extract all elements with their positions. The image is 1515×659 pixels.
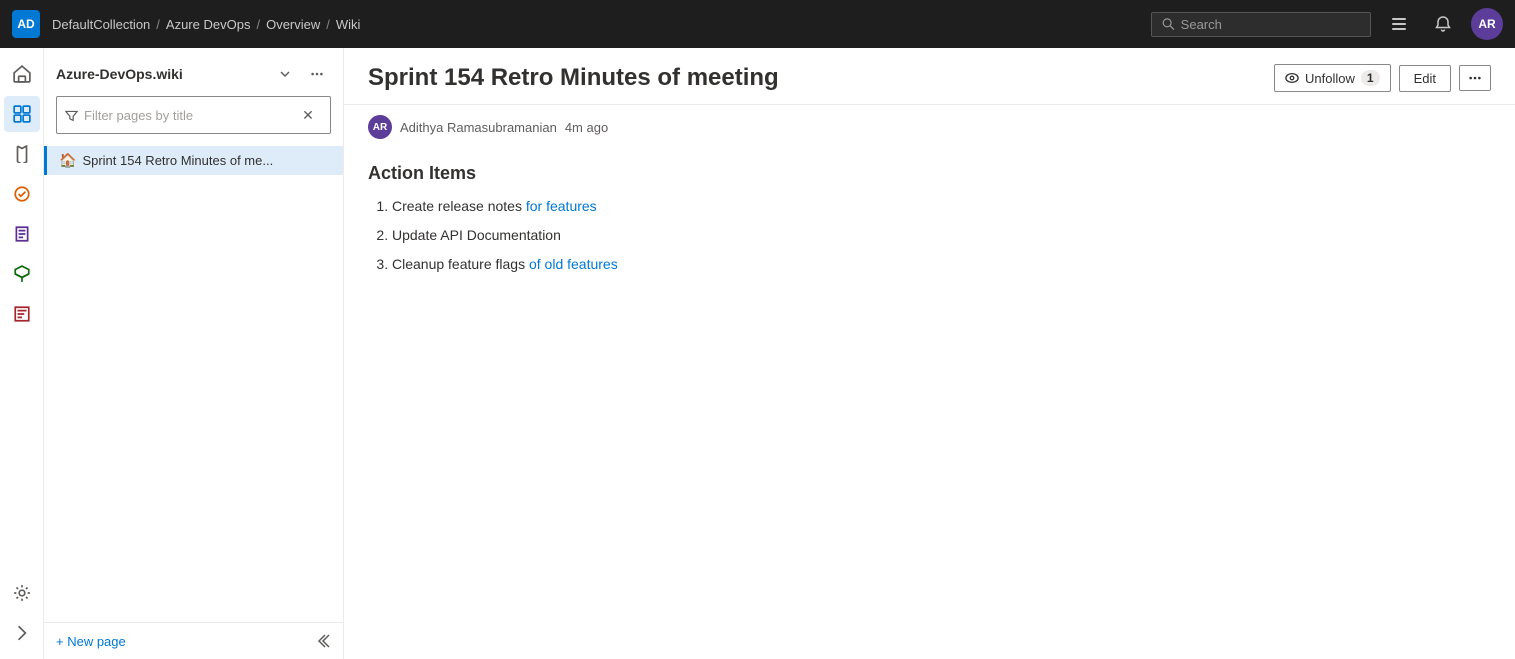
sidebar-tree: 🏠 Sprint 154 Retro Minutes of me... [44, 142, 343, 622]
wiki-icon [13, 305, 31, 323]
author-avatar: AR [368, 115, 392, 139]
rail-pipelines-btn[interactable] [4, 176, 40, 212]
collapse-sidebar-btn[interactable] [315, 633, 331, 649]
expand-icon [13, 624, 31, 642]
bell-icon [1435, 16, 1451, 32]
left-rail [0, 48, 44, 659]
rail-expand-btn[interactable] [4, 615, 40, 651]
rail-bottom [4, 575, 40, 651]
main-content: Sprint 154 Retro Minutes of meeting Unfo… [344, 48, 1515, 659]
action-item-2-text: Update API Documentation [392, 227, 561, 243]
breadcrumb: DefaultCollection / Azure DevOps / Overv… [52, 17, 360, 32]
sidebar-footer: + New page [44, 622, 343, 659]
wiki-more-btn[interactable] [303, 60, 331, 88]
wiki-dropdown-btn[interactable] [271, 60, 299, 88]
time-ago: 4m ago [565, 120, 608, 135]
author-line: AR Adithya Ramasubramanian 4m ago [344, 105, 1515, 155]
notification-btn[interactable] [1427, 8, 1459, 40]
search-icon [1162, 17, 1175, 31]
author-name: Adithya Ramasubramanian [400, 120, 557, 135]
artifact-icon [13, 265, 31, 283]
rail-wiki-btn[interactable] [4, 296, 40, 332]
rail-artifacts-btn[interactable] [4, 256, 40, 292]
action-item-3-text: Cleanup feature flags [392, 256, 529, 272]
breadcrumb-defaultcollection[interactable]: DefaultCollection [52, 17, 150, 32]
breadcrumb-wiki[interactable]: Wiki [336, 17, 361, 32]
avatar[interactable]: AR [1471, 8, 1503, 40]
rail-boards-btn[interactable] [4, 96, 40, 132]
content-body: Action Items Create release notes for fe… [344, 155, 1515, 299]
more-options-btn[interactable] [1459, 65, 1491, 91]
top-nav-right: AR [1151, 8, 1503, 40]
eye-icon [1285, 71, 1299, 85]
action-item-3: Cleanup feature flags of old features [392, 254, 1491, 275]
action-item-1: Create release notes for features [392, 196, 1491, 217]
collapse-icon [315, 633, 331, 649]
pipeline-icon [13, 185, 31, 203]
unfollow-btn[interactable]: Unfollow 1 [1274, 64, 1391, 92]
list-view-btn[interactable] [1383, 8, 1415, 40]
action-item-2: Update API Documentation [392, 225, 1491, 246]
action-items-list: Create release notes for features Update… [368, 196, 1491, 275]
search-input[interactable] [1181, 17, 1360, 32]
rail-settings-btn[interactable] [4, 575, 40, 611]
unfollow-label: Unfollow [1305, 71, 1355, 86]
list-icon [1391, 16, 1407, 32]
chevron-down-icon [279, 68, 291, 80]
new-page-btn[interactable]: + New page [56, 634, 126, 649]
followers-badge: 1 [1361, 70, 1380, 86]
action-item-1-link[interactable]: for features [526, 198, 597, 214]
sidebar-header: Azure-DevOps.wiki [44, 48, 343, 96]
more-icon [1468, 71, 1482, 85]
tree-item-label: Sprint 154 Retro Minutes of me... [82, 153, 273, 168]
rail-home-btn[interactable] [4, 56, 40, 92]
breadcrumb-sep2: / [256, 17, 260, 32]
search-box[interactable] [1151, 12, 1371, 37]
action-item-1-text: Create release notes [392, 198, 526, 214]
page-title: Sprint 154 Retro Minutes of meeting [368, 64, 1274, 92]
tree-item-sprint[interactable]: 🏠 Sprint 154 Retro Minutes of me... [44, 146, 343, 175]
breadcrumb-sep1: / [156, 17, 160, 32]
header-actions: Unfollow 1 Edit [1274, 64, 1491, 92]
filter-clear-btn[interactable]: ✕ [294, 101, 322, 129]
breadcrumb-overview[interactable]: Overview [266, 17, 320, 32]
tree-item-home-icon: 🏠 [59, 152, 76, 169]
repo-icon [13, 145, 31, 163]
edit-btn[interactable]: Edit [1399, 65, 1451, 92]
sidebar-header-icons [271, 60, 331, 88]
app-logo[interactable]: AD [12, 10, 40, 38]
testplan-icon [13, 225, 31, 243]
top-nav: AD DefaultCollection / Azure DevOps / Ov… [0, 0, 1515, 48]
breadcrumb-azuredevops[interactable]: Azure DevOps [166, 17, 251, 32]
filter-icon [65, 109, 78, 122]
rail-repos-btn[interactable] [4, 136, 40, 172]
ellipsis-icon [310, 67, 324, 81]
gear-icon [13, 584, 31, 602]
filter-input[interactable] [84, 108, 288, 123]
sidebar: Azure-DevOps.wiki [44, 48, 344, 659]
wiki-title[interactable]: Azure-DevOps.wiki [56, 66, 265, 82]
section-heading: Action Items [368, 163, 1491, 184]
action-item-3-link[interactable]: of old features [529, 256, 618, 272]
filter-bar[interactable]: ✕ [56, 96, 331, 134]
content-header: Sprint 154 Retro Minutes of meeting Unfo… [344, 48, 1515, 105]
main-layout: Azure-DevOps.wiki [0, 48, 1515, 659]
rail-testplans-btn[interactable] [4, 216, 40, 252]
home-icon [13, 65, 31, 83]
breadcrumb-sep3: / [326, 17, 330, 32]
boards-icon [13, 105, 31, 123]
